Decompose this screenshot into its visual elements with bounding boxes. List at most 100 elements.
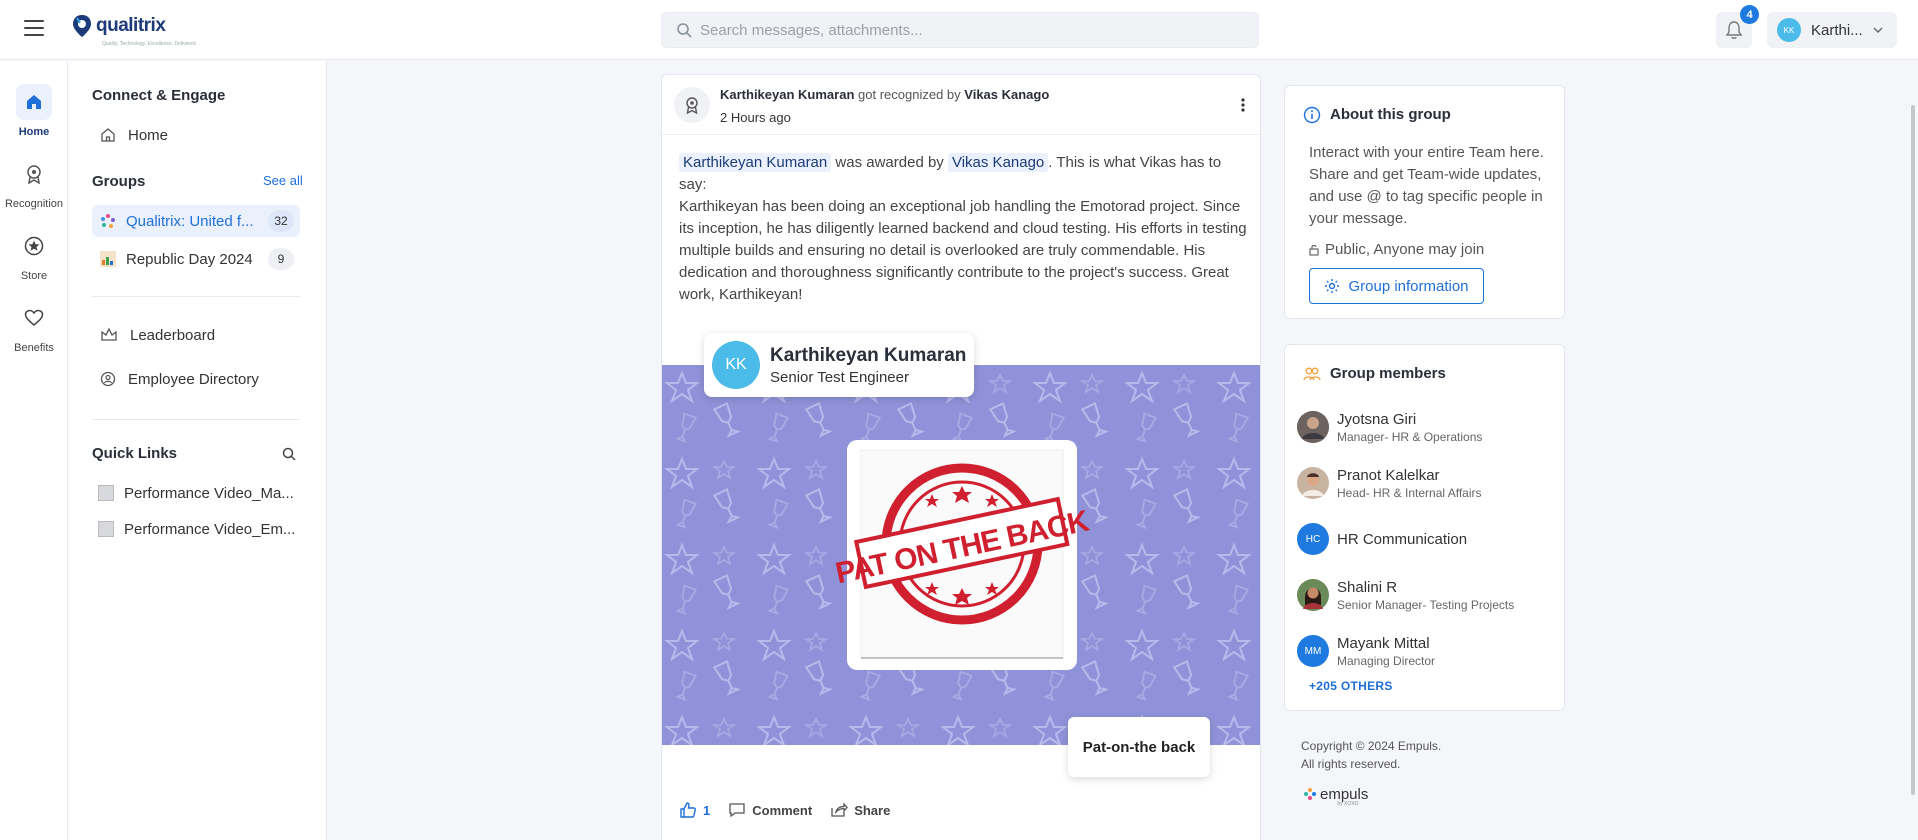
- member-name: HR Communication: [1337, 530, 1468, 548]
- member-role: Manager- HR & Operations: [1337, 429, 1483, 444]
- about-description: Interact with your entire Team here. Sha…: [1309, 144, 1544, 227]
- like-count: 1: [703, 802, 711, 818]
- quick-link-item[interactable]: Performance Video_Em...: [92, 515, 302, 543]
- member-item[interactable]: Jyotsna Giri Manager- HR & Operations: [1297, 407, 1557, 447]
- file-thumbnail-icon: [98, 521, 114, 537]
- post-body: Karthikeyan Kumaran was awarded by Vikas…: [679, 152, 1249, 306]
- member-item[interactable]: Shalini R Senior Manager- Testing Project…: [1297, 575, 1557, 615]
- share-button[interactable]: Share: [830, 802, 890, 818]
- group-information-button[interactable]: Group information: [1309, 268, 1484, 304]
- sidebar-item-label: Leaderboard: [130, 326, 216, 344]
- member-name: Shalini R: [1337, 578, 1398, 596]
- group-name: Qualitrix: United f...: [126, 212, 254, 230]
- member-name: Pranot Kalelkar: [1337, 466, 1440, 484]
- recognition-post: Karthikeyan Kumaran got recognized by Vi…: [661, 74, 1261, 840]
- recipient-card[interactable]: KK Karthikeyan Kumaran Senior Test Engin…: [704, 333, 974, 397]
- sidebar-item-home[interactable]: Home: [92, 119, 300, 151]
- sidebar-item-leaderboard[interactable]: Leaderboard: [92, 319, 300, 351]
- file-thumbnail-icon: [98, 485, 114, 501]
- rail-item-store[interactable]: Store: [0, 228, 68, 282]
- member-avatar: HC: [1297, 523, 1329, 555]
- comment-button[interactable]: Comment: [728, 802, 812, 818]
- quick-link-item[interactable]: Performance Video_Ma...: [92, 479, 302, 507]
- recipient-link[interactable]: Karthikeyan Kumaran: [720, 87, 854, 102]
- members-icon: [1303, 367, 1321, 381]
- logo-text: qualitrix: [96, 15, 166, 36]
- group-privacy: Public, Anyone may join: [1309, 241, 1484, 258]
- post-body-text: was awarded by: [831, 154, 948, 171]
- group-count: 32: [268, 210, 294, 232]
- more-members-link[interactable]: +205 OTHERS: [1309, 679, 1393, 693]
- sidebar-item-employee-directory[interactable]: Employee Directory: [92, 363, 300, 395]
- divider: [92, 419, 300, 420]
- page-scrollbar[interactable]: [1911, 105, 1915, 795]
- member-avatar: [1297, 467, 1329, 499]
- rail-item-home[interactable]: Home: [0, 84, 68, 138]
- quick-link-label: Performance Video_Ma...: [124, 484, 294, 502]
- group-name: Republic Day 2024: [126, 250, 253, 268]
- member-item[interactable]: Pranot Kalelkar Head- HR & Internal Affai…: [1297, 463, 1557, 503]
- member-role: Head- HR & Internal Affairs: [1337, 485, 1482, 500]
- member-name: Mayank Mittal: [1337, 634, 1430, 652]
- quick-links-search-icon[interactable]: [282, 447, 296, 466]
- chevron-down-icon: [1873, 27, 1883, 33]
- copyright-line: Copyright © 2024 Empuls.: [1301, 739, 1442, 753]
- recipient-avatar: KK: [712, 341, 760, 389]
- comment-icon: [729, 803, 745, 818]
- member-avatar: MM: [1297, 635, 1329, 667]
- notification-count-badge: 4: [1740, 5, 1759, 24]
- logo-pin-icon: [73, 15, 91, 37]
- more-options-icon[interactable]: [1238, 95, 1248, 115]
- member-role: Managing Director: [1337, 653, 1436, 668]
- share-label: Share: [854, 802, 891, 818]
- sidebar-item-label: Employee Directory: [128, 370, 259, 388]
- rail-item-benefits[interactable]: Benefits: [0, 300, 68, 354]
- left-panel: Connect & Engage Home Groups See all Qua…: [68, 61, 327, 840]
- qualitrix-logo[interactable]: qualitrix Quality, Technology, Excellenc…: [72, 14, 197, 47]
- user-menu-button[interactable]: KK Karthi...: [1767, 12, 1897, 48]
- recognition-banner: PAT ON THE BACK: [662, 365, 1260, 745]
- post-header: Karthikeyan Kumaran got recognized by Vi…: [662, 75, 1260, 135]
- group-item-qualitrix[interactable]: Qualitrix: United f... 32: [92, 205, 300, 237]
- empuls-logo[interactable]: empuls by XOXO: [1303, 781, 1368, 807]
- mention-recipient[interactable]: Karthikeyan Kumaran: [679, 153, 832, 172]
- section-title: Connect & Engage: [92, 87, 226, 104]
- mention-giver[interactable]: Vikas Kanago: [947, 153, 1049, 172]
- empuls-brand: empuls: [1320, 785, 1369, 803]
- group-logo-icon: [101, 214, 115, 228]
- search-input[interactable]: [700, 21, 1240, 39]
- search-bar[interactable]: [661, 12, 1259, 48]
- privacy-text: Public, Anyone may join: [1325, 241, 1485, 258]
- sidebar-item-label: Home: [128, 126, 169, 144]
- user-avatar: KK: [1777, 18, 1801, 42]
- see-all-link[interactable]: See all: [263, 173, 303, 188]
- members-title: Group members: [1330, 365, 1446, 382]
- post-actions: 1 Comment Share: [679, 801, 890, 819]
- about-group-card: About this group Interact with your enti…: [1284, 85, 1565, 319]
- member-item[interactable]: HC HR Communication: [1297, 519, 1557, 559]
- award-icon: [16, 156, 52, 192]
- like-button[interactable]: 1: [679, 801, 710, 819]
- icon-rail: Home Recognition Store Benefits: [0, 61, 68, 840]
- member-item[interactable]: MM Mayank Mittal Managing Director: [1297, 631, 1557, 671]
- member-avatar: [1297, 579, 1329, 611]
- giver-link[interactable]: Vikas Kanago: [964, 87, 1049, 102]
- rail-label: Store: [20, 270, 48, 282]
- group-item-republic-day[interactable]: Republic Day 2024 9: [92, 243, 300, 275]
- recipient-name: Karthikeyan Kumaran: [770, 345, 967, 366]
- group-information-label: Group information: [1348, 277, 1469, 295]
- member-role: Senior Manager- Testing Projects: [1337, 597, 1515, 612]
- about-title: About this group: [1330, 106, 1451, 123]
- rail-label: Recognition: [4, 198, 64, 210]
- quick-link-label: Performance Video_Em...: [124, 520, 296, 538]
- thumbs-up-icon: [680, 802, 696, 818]
- post-meta: Karthikeyan Kumaran got recognized by Vi…: [720, 87, 1049, 102]
- group-members-card: Group members Jyotsna Giri Manager- HR & …: [1284, 344, 1565, 711]
- post-time: 2 Hours ago: [720, 110, 791, 125]
- rail-item-recognition[interactable]: Recognition: [0, 156, 68, 210]
- copyright-text: Copyright © 2024 Empuls. All rights rese…: [1301, 737, 1441, 773]
- info-icon: [1303, 106, 1321, 124]
- badge-name: Pat-on-the back: [1068, 717, 1210, 777]
- award-icon: [674, 87, 710, 123]
- menu-icon[interactable]: [24, 20, 44, 36]
